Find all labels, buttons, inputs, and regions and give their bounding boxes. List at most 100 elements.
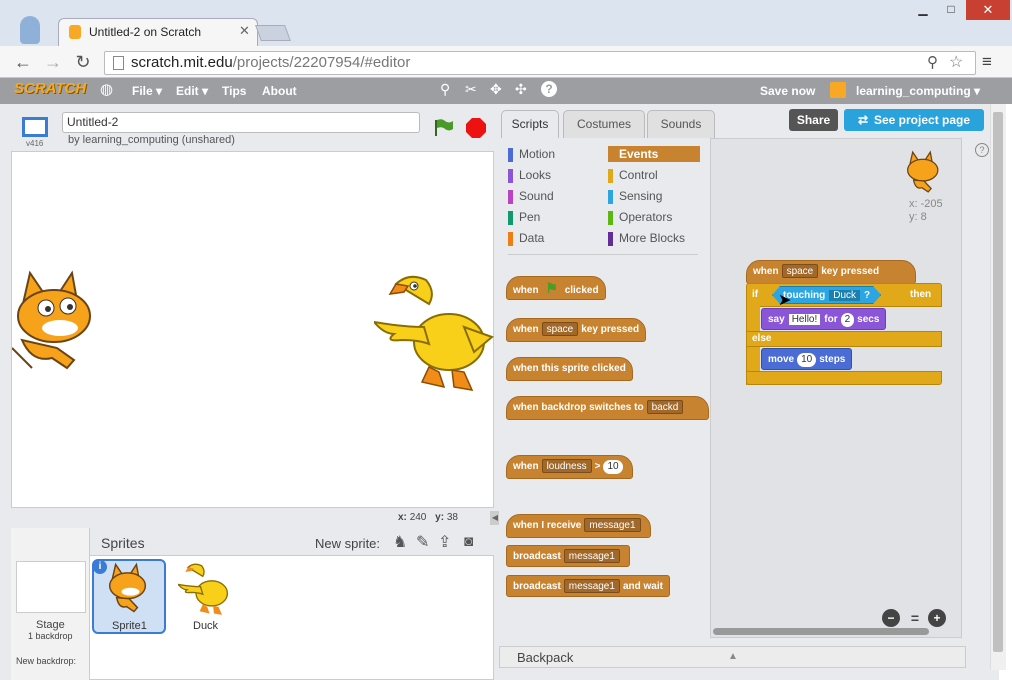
stage-canvas[interactable] — [11, 151, 494, 508]
sprites-header — [90, 528, 494, 556]
say-text-input[interactable]: Hello! — [788, 314, 821, 325]
address-bar[interactable]: scratch.mit.edu/projects/22207954/#edito… — [104, 51, 976, 75]
grow-tool-icon[interactable]: ✥ — [490, 81, 502, 98]
minimize-button[interactable]: ▁ — [908, 2, 938, 20]
zoom-reset-icon[interactable]: = — [906, 609, 924, 627]
file-menu[interactable]: File ▾ — [132, 84, 162, 98]
block-when-backdrop-switches[interactable]: when backdrop switches to backd — [506, 396, 709, 420]
chrome-menu-icon[interactable]: ≡ — [982, 52, 992, 72]
user-avatar[interactable] — [830, 82, 846, 98]
duplicate-tool-icon[interactable]: ⚲ — [440, 81, 450, 98]
tab-title: Untitled-2 on Scratch — [89, 25, 202, 39]
block-when-key-pressed[interactable]: when space key pressed — [506, 318, 647, 342]
share-button[interactable]: Share — [789, 109, 838, 131]
stage-thumbnail[interactable] — [16, 561, 86, 613]
tab-costumes[interactable]: Costumes — [563, 110, 645, 138]
block-when-sprite-clicked[interactable]: when this sprite clicked — [506, 357, 633, 381]
close-window-button[interactable]: ✕ — [966, 0, 1010, 20]
browser-tab[interactable]: Untitled-2 on Scratch ✕ — [58, 18, 258, 46]
number-input[interactable]: 10 — [603, 460, 623, 474]
reload-icon[interactable]: ↻ — [72, 52, 94, 72]
secs-input[interactable]: 2 — [840, 313, 855, 327]
category-motion[interactable]: Motion — [508, 146, 555, 162]
duck-thumbnail[interactable] — [176, 562, 232, 621]
duck-sprite[interactable] — [371, 272, 494, 397]
steps-input[interactable]: 10 — [797, 353, 817, 367]
user-menu[interactable]: learning_computing ▾ — [856, 84, 980, 98]
block-text: > — [594, 461, 601, 472]
forward-icon[interactable]: → — [42, 52, 64, 72]
block-when-i-receive[interactable]: when I receive message1 — [506, 514, 651, 538]
x-value: 240 — [409, 512, 427, 523]
about-menu[interactable]: About — [262, 84, 297, 98]
block-when-flag-clicked[interactable]: when ⚑ clicked — [506, 276, 606, 300]
key-dropdown[interactable]: space — [541, 322, 579, 336]
backpack-bar[interactable]: Backpack ▲ — [499, 646, 966, 668]
more-blocks-swatch — [608, 231, 613, 246]
touching-dropdown[interactable]: Duck — [829, 290, 860, 301]
x-label: x: — [398, 512, 407, 523]
tab-close-icon[interactable]: ✕ — [239, 23, 250, 39]
motion-swatch — [508, 147, 513, 162]
category-control[interactable]: Control — [608, 167, 658, 183]
maximize-button[interactable]: □ — [938, 2, 964, 20]
camera-sprite-icon[interactable]: ◙ — [464, 533, 473, 550]
script-when-key-pressed[interactable]: when space key pressed — [746, 260, 916, 284]
category-pen[interactable]: Pen — [508, 209, 540, 225]
category-events[interactable]: Events — [608, 146, 700, 162]
help-icon[interactable]: ? — [541, 81, 557, 97]
category-sound[interactable]: Sound — [508, 188, 554, 204]
message-dropdown[interactable]: message1 — [584, 518, 641, 532]
save-now-button[interactable]: Save now — [760, 84, 815, 98]
paint-sprite-icon[interactable]: ✎ — [416, 532, 429, 552]
shrink-tool-icon[interactable]: ✣ — [515, 81, 527, 98]
tab-sounds[interactable]: Sounds — [647, 110, 715, 138]
block-text: clicked — [564, 285, 599, 296]
message-dropdown[interactable]: message1 — [563, 579, 620, 593]
project-title-input[interactable]: Untitled-2 — [62, 112, 420, 133]
green-flag-icon[interactable] — [434, 118, 454, 136]
category-operators[interactable]: Operators — [608, 209, 672, 225]
back-icon[interactable]: ← — [12, 52, 34, 72]
zoom-icon[interactable]: ⚲ — [927, 53, 938, 71]
backdrop-dropdown[interactable]: backd — [646, 400, 684, 414]
choose-sprite-icon[interactable]: ♞ — [393, 532, 407, 552]
project-byline: by learning_computing (unshared) — [68, 134, 235, 146]
stop-icon[interactable] — [466, 118, 486, 138]
category-more-blocks[interactable]: More Blocks — [608, 230, 685, 246]
category-label: Control — [619, 168, 658, 182]
globe-icon[interactable]: ◍ — [100, 80, 113, 98]
message-dropdown[interactable]: message1 — [563, 549, 620, 563]
block-broadcast-and-wait[interactable]: broadcast message1 and wait — [506, 575, 670, 597]
scratch-logo[interactable]: SCRATCH — [14, 80, 86, 97]
script-move-steps[interactable]: move 10 steps — [761, 348, 853, 370]
tab-scripts[interactable]: Scripts — [501, 110, 559, 138]
block-text: and wait — [622, 581, 663, 592]
category-label: More Blocks — [619, 231, 686, 245]
star-icon[interactable]: ☆ — [949, 52, 963, 72]
cut-tool-icon[interactable]: ✂ — [465, 81, 477, 98]
category-sensing[interactable]: Sensing — [608, 188, 662, 204]
page-scroll-thumb[interactable] — [993, 112, 1003, 652]
upload-sprite-icon[interactable]: ⇪ — [438, 532, 451, 552]
script-say-for-secs[interactable]: say Hello! for 2 secs — [761, 308, 887, 330]
zoom-in-icon[interactable]: + — [928, 609, 946, 627]
fullscreen-icon[interactable] — [22, 117, 48, 137]
help-circle-icon[interactable]: ? — [975, 143, 989, 157]
category-data[interactable]: Data — [508, 230, 544, 246]
block-when-loudness[interactable]: when loudness >10 — [506, 455, 633, 479]
edit-menu[interactable]: Edit ▾ — [176, 84, 208, 98]
category-looks[interactable]: Looks — [508, 167, 551, 183]
zoom-out-icon[interactable]: − — [882, 609, 900, 627]
new-tab-button[interactable] — [255, 25, 291, 41]
cat-sprite[interactable] — [11, 268, 102, 373]
scripts-h-scrollbar[interactable] — [713, 628, 929, 635]
see-project-page-button[interactable]: ⇄ See project page — [844, 109, 984, 131]
backpack-expand-icon[interactable]: ▲ — [728, 651, 738, 662]
browser-profile-icon[interactable] — [20, 16, 40, 44]
green-flag-icon: ⚑ — [545, 280, 558, 296]
key-dropdown[interactable]: space — [781, 264, 819, 278]
tips-menu[interactable]: Tips — [222, 84, 246, 98]
block-broadcast[interactable]: broadcast message1 — [506, 545, 630, 567]
sensor-dropdown[interactable]: loudness — [541, 459, 592, 473]
